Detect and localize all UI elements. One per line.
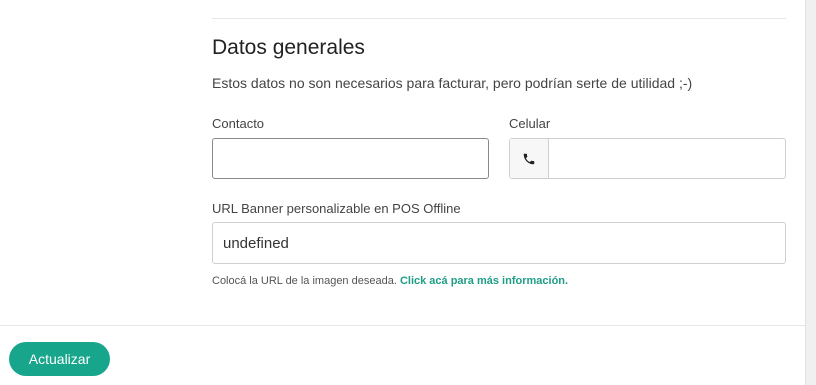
banner-url-field[interactable] [212,222,786,264]
contact-label: Contacto [212,116,265,131]
bottom-divider [0,325,806,326]
banner-url-label: URL Banner personalizable en POS Offline [212,201,461,216]
phone-label: Celular [509,116,551,131]
contact-field[interactable] [212,138,489,179]
phone-icon [510,139,549,178]
banner-url-help: Colocá la URL de la imagen deseada. Clic… [212,275,568,287]
phone-field-group [509,138,786,179]
section-title: Datos generales [212,36,365,59]
phone-input[interactable] [549,139,785,178]
section-description: Estos datos no son necesarios para factu… [212,75,693,91]
more-info-link[interactable]: Click acá para más información. [400,275,568,287]
scrollbar[interactable] [805,0,816,385]
top-divider [212,18,786,19]
update-button[interactable]: Actualizar [9,342,110,376]
help-text: Colocá la URL de la imagen deseada. [212,275,397,287]
